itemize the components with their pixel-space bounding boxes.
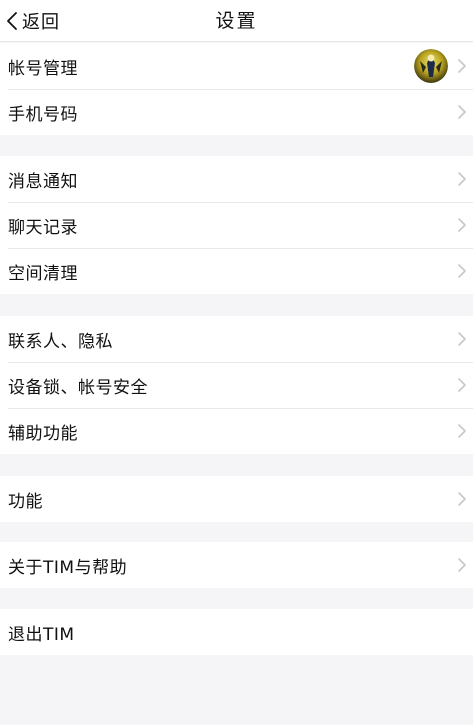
settings-group-messages: 消息通知 聊天记录 空间清理 <box>0 156 473 294</box>
back-button[interactable]: 返回 <box>0 0 60 42</box>
page-title: 设置 <box>215 10 258 32</box>
chevron-right-icon <box>458 59 466 73</box>
row-device-lock-security[interactable]: 设备锁、帐号安全 <box>0 362 473 408</box>
row-notifications[interactable]: 消息通知 <box>0 156 473 202</box>
settings-group-logout: 退出TIM <box>0 609 473 655</box>
row-label: 联系人、隐私 <box>8 331 113 352</box>
chevron-right-icon <box>458 492 466 506</box>
row-label: 空间清理 <box>8 263 78 284</box>
row-label: 手机号码 <box>8 104 78 125</box>
chevron-right-icon <box>458 105 466 119</box>
user-avatar <box>414 49 448 83</box>
settings-group-privacy: 联系人、隐私 设备锁、帐号安全 辅助功能 <box>0 316 473 454</box>
row-label: 消息通知 <box>8 171 78 192</box>
row-accessibility[interactable]: 辅助功能 <box>0 408 473 454</box>
row-contacts-privacy[interactable]: 联系人、隐私 <box>0 316 473 362</box>
chevron-right-icon <box>458 172 466 186</box>
row-label: 退出TIM <box>8 624 75 645</box>
row-label: 辅助功能 <box>8 423 78 444</box>
row-label: 聊天记录 <box>8 217 78 238</box>
back-button-label: 返回 <box>22 12 60 33</box>
row-account-management[interactable]: 帐号管理 <box>0 43 473 89</box>
row-label: 设备锁、帐号安全 <box>8 377 148 398</box>
chevron-right-icon <box>458 424 466 438</box>
row-label: 功能 <box>8 491 43 512</box>
settings-group-account: 帐号管理 手机号码 <box>0 43 473 135</box>
logout-button[interactable]: 退出TIM <box>0 609 473 655</box>
row-label: 关于TIM与帮助 <box>8 557 128 578</box>
chevron-right-icon <box>458 218 466 232</box>
navigation-bar: 返回 设置 <box>0 0 473 42</box>
row-phone-number[interactable]: 手机号码 <box>0 89 473 135</box>
row-label: 帐号管理 <box>8 58 78 79</box>
chevron-left-icon <box>7 12 17 30</box>
chevron-right-icon <box>458 558 466 572</box>
row-about-help[interactable]: 关于TIM与帮助 <box>0 542 473 588</box>
settings-group-features: 功能 <box>0 476 473 522</box>
chevron-right-icon <box>458 332 466 346</box>
chevron-right-icon <box>458 264 466 278</box>
settings-group-about: 关于TIM与帮助 <box>0 542 473 588</box>
chevron-right-icon <box>458 378 466 392</box>
row-storage-cleanup[interactable]: 空间清理 <box>0 248 473 294</box>
row-features[interactable]: 功能 <box>0 476 473 522</box>
row-chat-history[interactable]: 聊天记录 <box>0 202 473 248</box>
